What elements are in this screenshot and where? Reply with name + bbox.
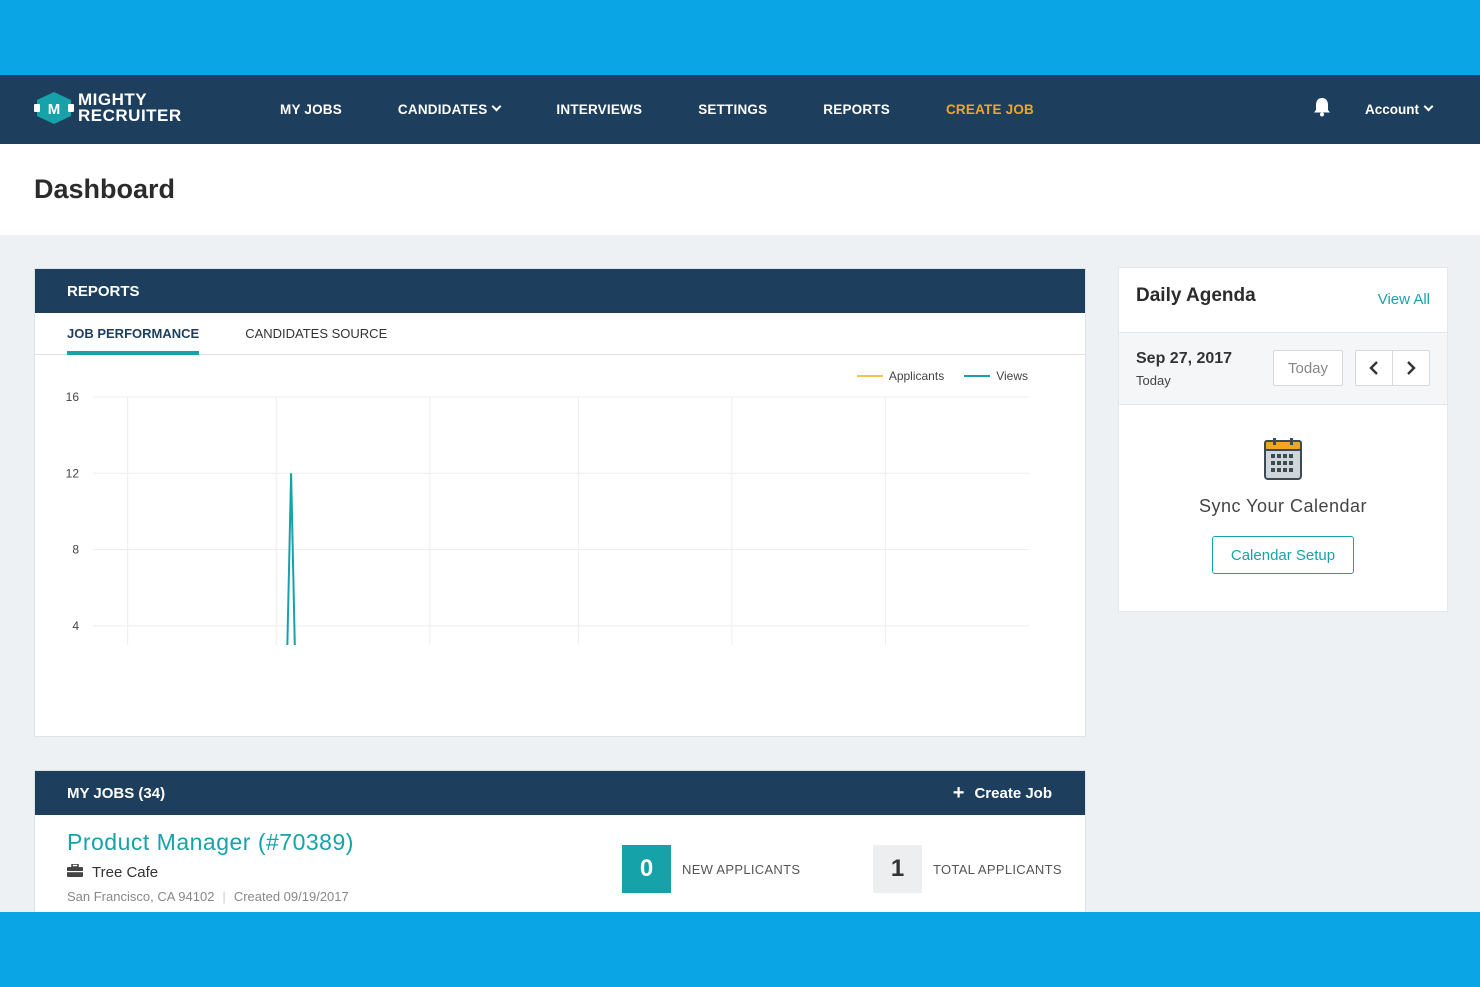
nav-create-job[interactable]: CREATE JOB xyxy=(946,102,1034,117)
page-title: Dashboard xyxy=(34,174,176,204)
nav-right-group: Account xyxy=(1313,75,1434,144)
svg-text:M: M xyxy=(48,101,61,118)
nav-candidates[interactable]: CANDIDATES xyxy=(397,101,502,117)
nav-settings[interactable]: SETTINGS xyxy=(698,102,767,117)
main-menu: MY JOBS CANDIDATES INTERVIEWS SETTINGS R… xyxy=(280,75,1090,144)
brand-name: MIGHTY RECRUITER xyxy=(78,91,182,125)
total-applicants-count: 1 xyxy=(873,845,922,893)
nav-reports-label: REPORTS xyxy=(823,102,890,117)
briefcase-icon xyxy=(67,863,83,881)
top-navigation-bar: M MIGHTY RECRUITER MY JOBS CANDIDATES IN… xyxy=(0,75,1480,144)
plus-icon: + xyxy=(952,782,965,804)
job-meta: San Francisco, CA 94102 | Created 09/19/20… xyxy=(67,889,349,904)
meta-separator: | xyxy=(222,889,226,904)
new-applicants-count: 0 xyxy=(622,845,671,893)
logo-mark-icon: M xyxy=(34,91,74,125)
tab-candidates-source[interactable]: CANDIDATES SOURCE xyxy=(245,313,387,354)
sync-calendar-text: Sync Your Calendar xyxy=(1198,496,1368,516)
reports-tabs: JOB PERFORMANCE CANDIDATES SOURCE xyxy=(35,313,1085,355)
page-header: Dashboard xyxy=(0,144,1480,235)
nav-settings-label: SETTINGS xyxy=(698,102,768,117)
nav-interviews-label: INTERVIEWS xyxy=(556,102,643,117)
job-location: San Francisco, CA 94102 xyxy=(67,889,215,904)
account-menu[interactable]: Account xyxy=(1365,101,1434,117)
nav-my-jobs-label: MY JOBS xyxy=(280,102,342,117)
total-applicants-stat[interactable]: 1 TOTAL APPLICANTS xyxy=(873,845,1062,893)
brand-logo[interactable]: M MIGHTY RECRUITER xyxy=(34,91,182,125)
series-line-views xyxy=(286,473,296,645)
next-day-button[interactable] xyxy=(1392,350,1430,386)
y-tick-label: 12 xyxy=(66,466,80,480)
total-applicants-label: TOTAL APPLICANTS xyxy=(933,861,1062,877)
today-button[interactable]: Today xyxy=(1273,350,1343,386)
chevron-down-icon xyxy=(1423,101,1434,112)
reports-panel: REPORTS JOB PERFORMANCE CANDIDATES SOURC… xyxy=(34,268,1086,737)
job-company: Tree Cafe xyxy=(67,863,159,881)
chevron-left-icon xyxy=(1369,361,1378,375)
calendar-icon xyxy=(1264,438,1302,485)
account-label: Account xyxy=(1365,102,1419,117)
nav-reports[interactable]: REPORTS xyxy=(823,102,890,117)
tab-candidates-source-label: CANDIDATES SOURCE xyxy=(245,326,388,341)
my-jobs-title: MY JOBS (34) xyxy=(67,784,166,802)
agenda-date-bar: Sep 27, 2017 Today Today xyxy=(1119,333,1447,405)
y-tick-label: 16 xyxy=(66,390,80,404)
agenda-title: Daily Agenda xyxy=(1136,285,1256,306)
job-performance-chart: 0481216AprMayJunJulAugSep xyxy=(66,390,1029,645)
app-window: M MIGHTY RECRUITER MY JOBS CANDIDATES IN… xyxy=(0,75,1480,912)
job-created-date: Created 09/19/2017 xyxy=(233,889,349,904)
view-all-link[interactable]: View All xyxy=(1378,291,1430,308)
y-tick-label: 4 xyxy=(72,619,79,633)
nav-candidates-label: CANDIDATES xyxy=(397,102,488,117)
reports-title: REPORTS xyxy=(67,282,140,300)
chevron-right-icon xyxy=(1407,361,1416,375)
agenda-date-subtitle: Today xyxy=(1136,373,1171,388)
nav-my-jobs[interactable]: MY JOBS xyxy=(280,102,342,117)
my-jobs-header: MY JOBS (34) + Create Job xyxy=(35,771,1085,815)
agenda-current-date: Sep 27, 2017 xyxy=(1136,350,1233,367)
agenda-header: Daily Agenda View All xyxy=(1119,268,1447,333)
job-title-link[interactable]: Product Manager (#70389) xyxy=(67,829,354,856)
y-tick-label: 8 xyxy=(72,543,79,557)
new-applicants-label: NEW APPLICANTS xyxy=(682,861,801,877)
calendar-setup-button[interactable]: Calendar Setup xyxy=(1212,536,1354,574)
my-jobs-panel: MY JOBS (34) + Create Job Product Manage… xyxy=(34,770,1086,912)
nav-interviews[interactable]: INTERVIEWS xyxy=(556,102,642,117)
create-job-label: Create Job xyxy=(974,784,1052,802)
daily-agenda-panel: Daily Agenda View All Sep 27, 2017 Today… xyxy=(1118,267,1448,612)
reports-header: REPORTS xyxy=(35,269,1085,313)
tab-job-performance[interactable]: JOB PERFORMANCE xyxy=(67,313,200,355)
brand-name-line2: RECRUITER xyxy=(78,106,182,125)
previous-day-button[interactable] xyxy=(1355,350,1393,386)
new-applicants-stat[interactable]: 0 NEW APPLICANTS xyxy=(622,845,800,893)
nav-create-job-label: CREATE JOB xyxy=(945,102,1034,117)
job-company-name: Tree Cafe xyxy=(92,864,159,881)
chevron-down-icon xyxy=(491,101,502,112)
tab-job-performance-label: JOB PERFORMANCE xyxy=(67,326,200,341)
create-job-button[interactable]: + Create Job xyxy=(953,783,1052,803)
notifications-bell-icon[interactable] xyxy=(1313,97,1331,122)
